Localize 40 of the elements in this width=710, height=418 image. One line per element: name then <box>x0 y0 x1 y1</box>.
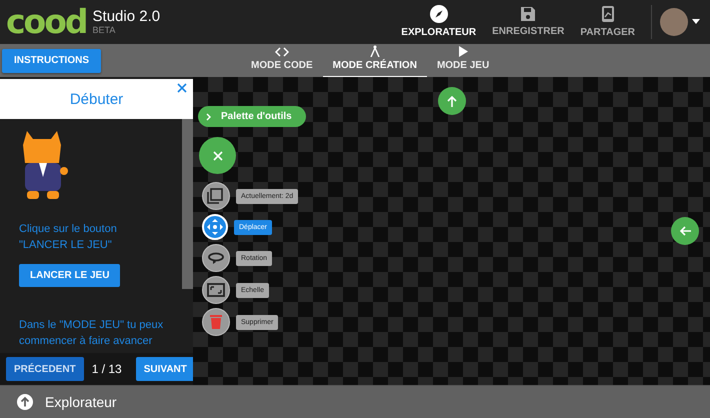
code-icon <box>274 46 289 57</box>
app-title: Studio 2.0 <box>92 8 160 26</box>
chevron-icon <box>206 112 211 121</box>
arrow-up-icon <box>447 96 457 107</box>
caret-icon[interactable] <box>692 19 700 24</box>
explorer-label: Explorateur <box>45 394 117 410</box>
instruction-text: Dans le "MODE JEU" tu peux commencer à faire avancer <box>19 318 164 350</box>
arrow-up-icon[interactable] <box>17 394 33 410</box>
logo: cood <box>6 2 87 42</box>
nav-button[interactable]: ENREGISTRER <box>484 6 572 38</box>
arrow-left-icon <box>680 226 690 236</box>
next-button[interactable]: SUIVANT <box>136 357 195 382</box>
close-icon <box>212 150 222 161</box>
tool-button[interactable] <box>202 308 230 336</box>
launch-game-button[interactable]: LANCER LE JEU <box>19 264 120 288</box>
share-icon <box>600 5 615 24</box>
nav-button[interactable]: EXPLORATEUR <box>393 5 484 38</box>
scrollbar[interactable] <box>182 119 193 290</box>
previous-button[interactable]: PRÉCEDENT <box>6 357 84 382</box>
back-button[interactable] <box>671 217 699 246</box>
avatar[interactable] <box>660 8 688 36</box>
close-icon[interactable] <box>177 83 187 94</box>
tool-palette-button[interactable]: Palette d'outils <box>198 106 306 128</box>
beta-label: BETA <box>92 25 116 36</box>
close-button[interactable] <box>199 137 236 174</box>
tool-button[interactable] <box>202 244 230 272</box>
up-button[interactable] <box>438 87 466 116</box>
compass-icon <box>430 5 448 24</box>
panel-title: Débuter <box>70 90 124 108</box>
compass-icon <box>370 44 380 57</box>
mode-tab[interactable]: MODE JEU <box>426 44 500 78</box>
nav-button[interactable]: PARTAGER <box>572 5 643 38</box>
instruction-text: Clique sur le bouton "LANCER LE JEU" <box>19 222 118 254</box>
save-icon <box>520 6 536 22</box>
page-counter: 1 / 13 <box>92 362 122 376</box>
play-icon <box>458 46 468 57</box>
tool-button[interactable] <box>202 276 230 304</box>
tool-button[interactable] <box>202 182 230 210</box>
mode-tab[interactable]: MODE CODE <box>241 44 323 78</box>
instructions-button[interactable]: INSTRUCTIONS <box>2 48 101 73</box>
